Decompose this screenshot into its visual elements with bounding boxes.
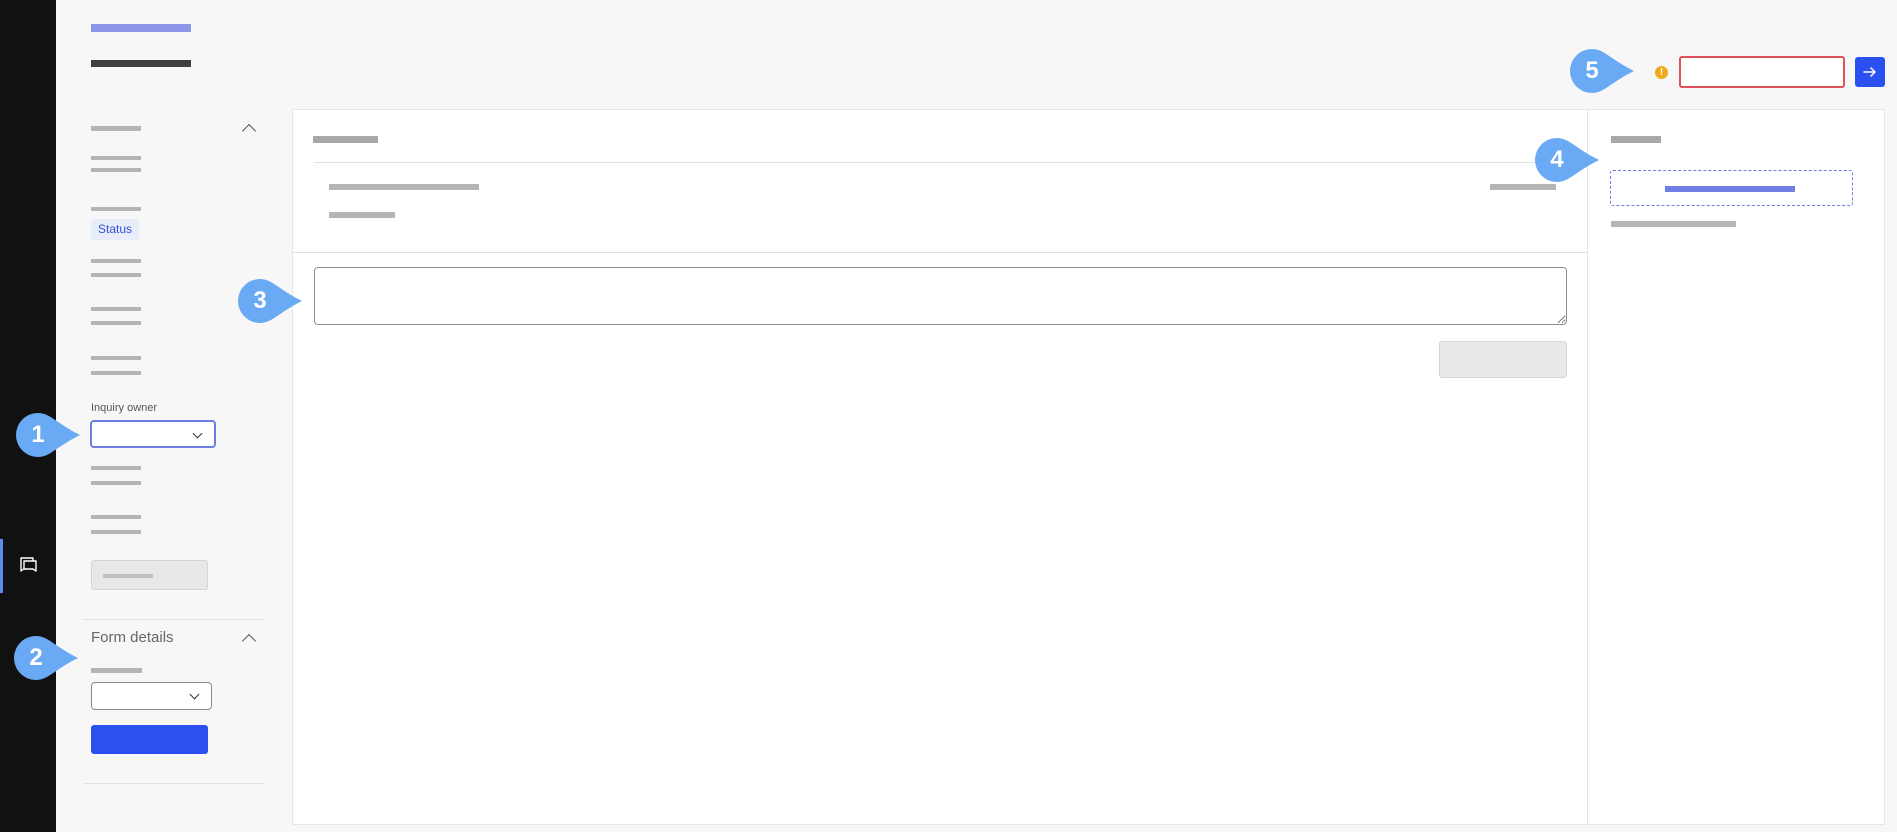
field-value: [91, 371, 141, 375]
panel-divider: [1587, 109, 1588, 825]
chevron-down-icon: [192, 428, 203, 439]
message-timestamp: [1490, 184, 1556, 190]
reply-textarea[interactable]: [314, 267, 1567, 325]
panel-title: [313, 136, 378, 143]
arrow-right-icon: [1863, 67, 1876, 77]
warning-icon: !: [1655, 66, 1668, 79]
form-field-label: [91, 668, 142, 673]
sidebar-divider: [83, 783, 264, 784]
sidebar-secondary-button[interactable]: [91, 560, 208, 590]
field-label: [91, 356, 141, 360]
chat-bubbles-icon: [20, 557, 37, 572]
field-label: [91, 207, 141, 211]
message-author: [329, 184, 479, 190]
field-value: [91, 273, 141, 277]
message-divider: [293, 252, 1587, 253]
details-caption: [1611, 221, 1736, 227]
field-label: [91, 259, 141, 263]
form-details-select[interactable]: [91, 682, 212, 710]
conversation-panel: [292, 109, 1885, 825]
form-submit-button[interactable]: [91, 725, 208, 754]
field-label: [91, 156, 141, 160]
details-title: [1611, 136, 1661, 143]
field-value: [91, 321, 141, 325]
top-search-input[interactable]: [1679, 56, 1845, 88]
marker-1: 1: [16, 413, 82, 457]
form-details-title[interactable]: Form details: [91, 629, 174, 646]
chevron-up-icon[interactable]: [241, 123, 257, 139]
field-value: [91, 481, 141, 485]
marker-2: 2: [14, 636, 80, 680]
chevron-down-icon: [189, 689, 200, 700]
message-body: [329, 212, 395, 218]
breadcrumb[interactable]: [91, 24, 191, 32]
field-label: [91, 466, 141, 470]
panel-header-divider: [314, 162, 1567, 163]
field-value: [91, 168, 141, 172]
sidebar-section-header: [91, 126, 141, 131]
sidebar-divider: [83, 619, 264, 620]
send-button[interactable]: [1439, 341, 1567, 378]
details-action-button[interactable]: [1610, 170, 1853, 206]
marker-3: 3: [238, 279, 304, 323]
marker-5: 5: [1570, 49, 1636, 93]
field-label: [91, 515, 141, 519]
rail-item-conversations[interactable]: [0, 539, 56, 593]
chevron-up-icon[interactable]: [241, 633, 257, 649]
field-label: [91, 307, 141, 311]
inquiry-owner-select[interactable]: [90, 420, 216, 448]
marker-4: 4: [1535, 138, 1601, 182]
inquiry-owner-label: Inquiry owner: [91, 402, 158, 414]
page-title: [91, 60, 191, 67]
go-button[interactable]: [1855, 57, 1885, 87]
field-value: [91, 530, 141, 534]
status-badge[interactable]: Status: [91, 219, 140, 240]
